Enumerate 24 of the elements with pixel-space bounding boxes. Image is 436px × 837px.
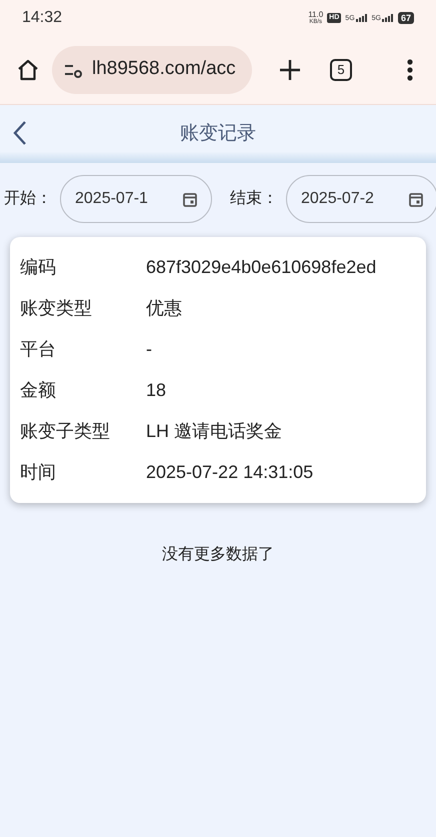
page-title: 账变记录 bbox=[180, 122, 256, 146]
filter-label: 开始： bbox=[4, 189, 52, 209]
field-value: 687f3029e4b0e610698fe2ed bbox=[146, 256, 376, 279]
url-text: lh89568.com/acc bbox=[92, 57, 236, 82]
field-value: 优惠 bbox=[146, 297, 182, 320]
field-label: 账变类型 bbox=[20, 297, 93, 320]
address-bar[interactable]: lh89568.com/acc bbox=[52, 46, 252, 94]
field-label: 编码 bbox=[20, 256, 57, 279]
date-field[interactable]: 2025-07-1 bbox=[60, 175, 212, 223]
field-value: 2025-07-22 14:31:05 bbox=[146, 461, 314, 484]
field-label: 平台 bbox=[20, 338, 57, 361]
filter-label: 结束： bbox=[230, 188, 278, 209]
network-speed: 11.0 bbox=[308, 10, 324, 18]
date-field[interactable]: 2025-07-2 bbox=[286, 175, 436, 223]
field-value: LH 邀请电话奖金 bbox=[146, 420, 282, 443]
field-label: 账变子类型 bbox=[20, 420, 111, 443]
field-label: 金额 bbox=[20, 379, 57, 402]
status-time: 14:32 bbox=[22, 8, 62, 28]
tab-count-button[interactable]: 5 bbox=[330, 58, 352, 80]
field-label: 时间 bbox=[20, 461, 57, 484]
field-value: 18 bbox=[146, 379, 166, 402]
no-more-data-text: 没有更多数据了 bbox=[162, 545, 274, 565]
battery-icon: 67 bbox=[398, 12, 414, 24]
field-value: - bbox=[146, 338, 152, 361]
